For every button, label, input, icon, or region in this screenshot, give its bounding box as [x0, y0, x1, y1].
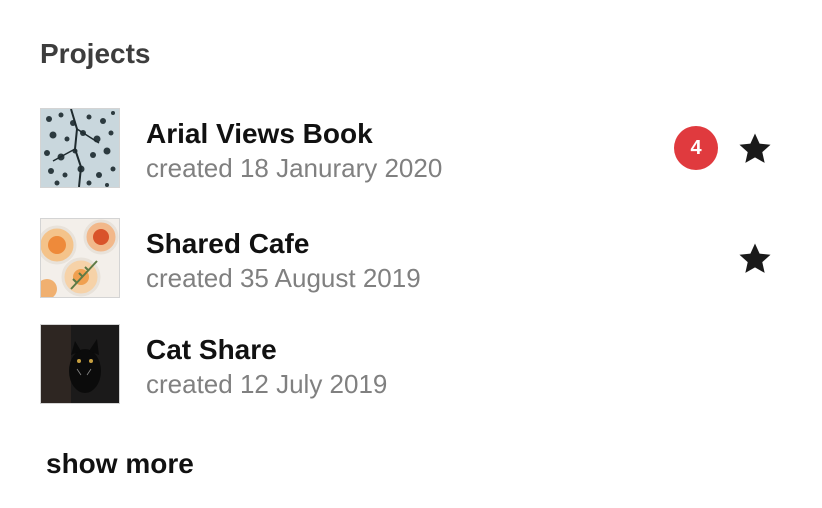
- project-item-cat-share[interactable]: Cat Share created 12 July 2019: [40, 324, 780, 404]
- project-item-shared-cafe[interactable]: Shared Cafe created 35 August 2019: [40, 218, 780, 298]
- project-created-date: created 12 July 2019: [146, 369, 388, 399]
- project-thumbnail: [40, 108, 120, 188]
- project-thumbnail: [40, 324, 120, 404]
- project-name: Cat Share: [146, 334, 277, 365]
- project-name: Shared Cafe: [146, 228, 310, 259]
- project-item-arial-views-book[interactable]: Arial Views Book created 18 Janurary 202…: [40, 108, 780, 188]
- star-icon[interactable]: [736, 240, 774, 278]
- show-more-button[interactable]: show more: [46, 446, 194, 482]
- star-icon[interactable]: [736, 130, 774, 168]
- notification-badge: 4: [674, 126, 718, 170]
- project-thumbnail: [40, 218, 120, 298]
- page-title: Projects: [40, 38, 151, 69]
- project-name: Arial Views Book: [146, 118, 373, 149]
- project-created-date: created 35 August 2019: [146, 263, 421, 293]
- project-created-date: created 18 Janurary 2020: [146, 153, 443, 183]
